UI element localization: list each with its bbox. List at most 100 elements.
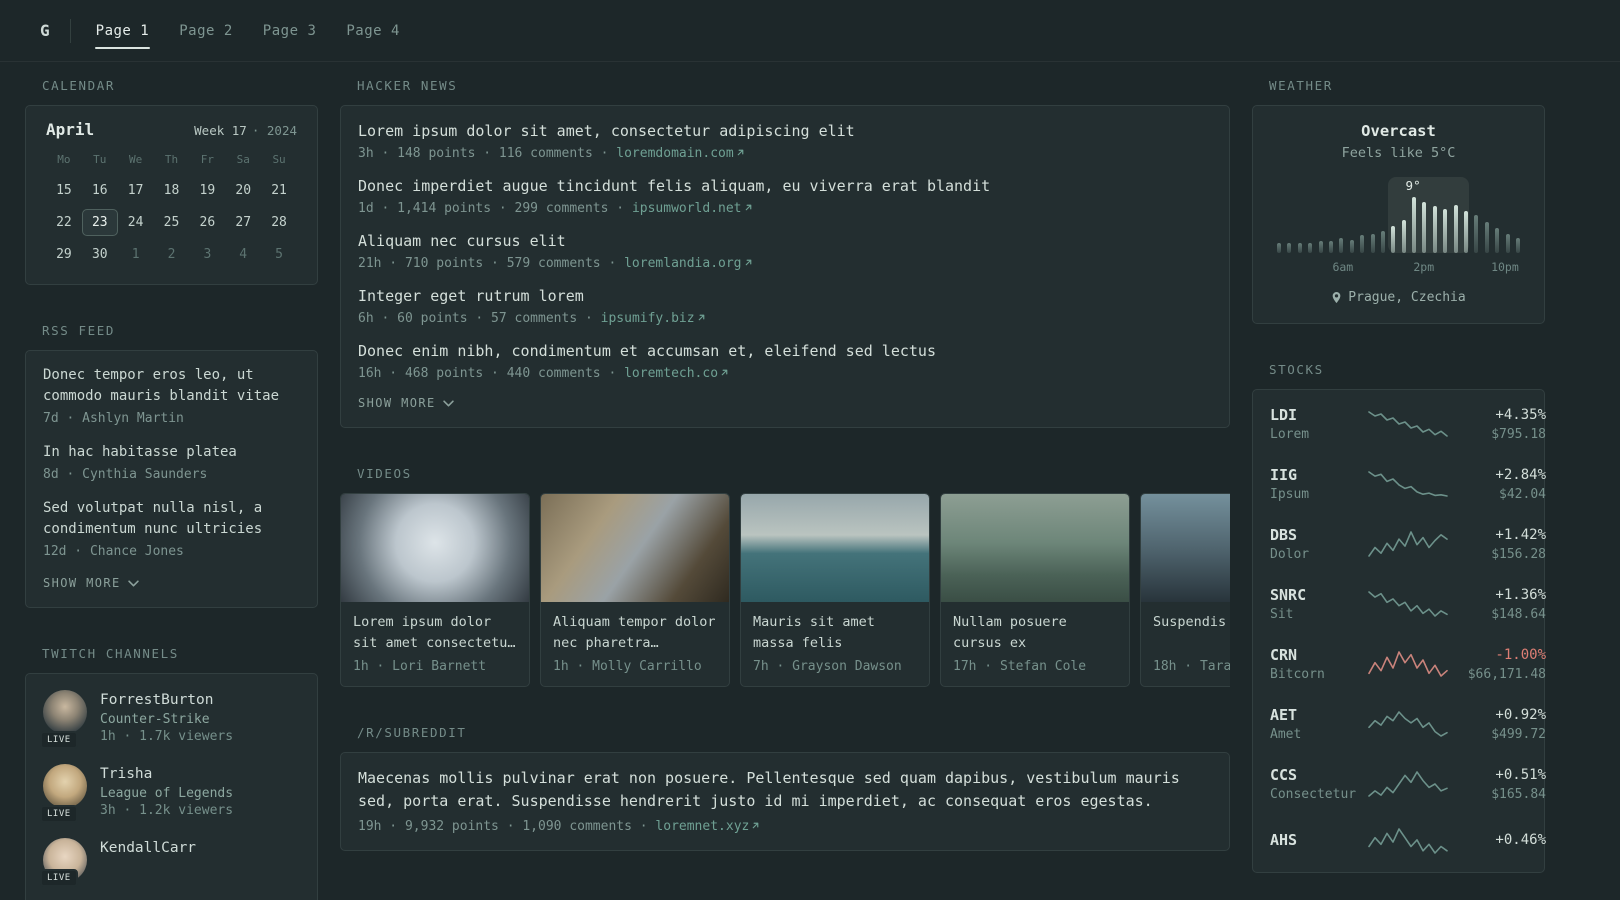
external-link-icon [751,819,760,834]
rss-item-title[interactable]: Sed volutpat nulla nisl, a condimentum n… [43,498,300,540]
calendar-day: 30 [91,247,108,262]
show-more-button[interactable]: SHOW MORE [43,576,139,590]
weather-bar [1484,221,1489,253]
rss-item-title[interactable]: Donec tempor eros leo, ut commodo mauris… [43,365,300,407]
chevron-down-icon [127,579,139,587]
hn-story-meta: 21h · 710 points · 579 comments · [358,256,625,271]
show-more-button[interactable]: SHOW MORE [358,396,454,410]
hn-story-meta: 3h · 148 points · 116 comments · [358,146,617,161]
stock-row[interactable]: CCS Consectetur +0.51% $165.84 [1253,754,1546,814]
rss-item-meta: 12d · Chance Jones [43,544,184,559]
stock-price: $795.18 [1491,427,1546,442]
subreddit-post-domain[interactable]: loremnet.xyz [655,819,749,834]
video-card[interactable]: Suspendis diam 18h · Tara [1140,493,1230,687]
weather-condition: Overcast [1361,122,1436,140]
calendar-day: 18 [163,183,180,198]
hacker-news-card: Lorem ipsum dolor sit amet, consectetur … [340,105,1230,428]
hn-story-title[interactable]: Donec imperdiet augue tincidunt felis al… [358,175,1212,197]
stock-row[interactable]: DBS Dolor +1.42% $156.28 [1253,514,1546,574]
channel-category: League of Legends [100,786,234,801]
stock-change: -1.00% [1495,647,1546,663]
subreddit-post-text[interactable]: Maecenas mollis pulvinar erat non posuer… [358,767,1212,813]
app-logo[interactable]: G [40,18,71,43]
video-card[interactable]: Nullam posuere cursus ex 17h · Stefan Co… [940,493,1130,687]
stock-sparkline [1366,529,1450,559]
top-nav: G Page 1 Page 2 Page 3 Page 4 [0,0,1620,62]
weather-current-temp: 9° [1405,178,1421,193]
video-title: Suspendis diam [1153,614,1230,630]
video-thumbnail [741,494,929,602]
middle-column: HACKER NEWS Lorem ipsum dolor sit amet, … [340,62,1230,889]
weather-bar [1370,233,1375,253]
tab-page-3[interactable]: Page 3 [262,2,318,60]
stock-name: Dolor [1270,547,1310,562]
stock-change: +2.84% [1495,467,1546,483]
stock-price: $66,171.48 [1467,667,1546,682]
stock-sparkline [1366,469,1450,499]
stocks-card: LDI Lorem +4.35% $795.18 IIG Ipsum +2.84… [1252,389,1546,873]
live-badge: LIVE [40,731,78,749]
subreddit-section-title: /R/SUBREDDIT [357,725,467,740]
weather-bar [1474,215,1479,253]
twitch-card: LIVE ForrestBurton Counter-Strike 1h · 1… [25,673,318,900]
hn-story-title[interactable]: Donec enim nibh, condimentum et accumsan… [358,340,1212,362]
stock-row[interactable]: SNRC Sit +1.36% $148.64 [1253,574,1546,634]
calendar-day: 26 [199,215,216,230]
channel-name: Trisha [100,766,153,782]
tab-page-2[interactable]: Page 2 [178,2,234,60]
hn-story-title[interactable]: Lorem ipsum dolor sit amet, consectetur … [358,120,1212,142]
stock-row[interactable]: LDI Lorem +4.35% $795.18 [1253,394,1546,454]
twitch-widget: TWITCH CHANNELS LIVE ForrestBurton Count… [25,646,318,900]
rss-item-title[interactable]: In hac habitasse platea [43,442,300,463]
rss-card: Donec tempor eros leo, ut commodo mauris… [25,350,318,608]
stock-change: +0.46% [1495,831,1546,848]
stock-row[interactable]: IIG Ipsum +2.84% $42.04 [1253,454,1546,514]
weekday-label: Mo [57,153,71,166]
weather-bar [1391,226,1396,253]
hn-story-title[interactable]: Aliquam nec cursus elit [358,230,1212,252]
video-title: Mauris sit amet massa felis [753,614,875,651]
calendar-day-next-month: 5 [275,247,283,262]
hn-story-domain[interactable]: loremlandia.org [624,256,741,271]
stock-price: $499.72 [1491,727,1546,742]
tab-page-1[interactable]: Page 1 [94,2,151,60]
hn-story-domain[interactable]: ipsumworld.net [632,201,742,216]
stock-ticker: DBS [1270,526,1298,544]
hn-story-meta: 16h · 468 points · 440 comments · [358,366,625,381]
weather-bar [1515,238,1520,253]
calendar-card: April Week 17 · 2024 Mo Tu We Th Fr Sa Su… [25,105,318,285]
calendar-day: 28 [271,215,287,230]
stock-row[interactable]: AET Amet +0.92% $499.72 [1253,694,1546,754]
avatar [43,690,87,734]
weather-feels-like: Feels like 5°C [1341,145,1456,161]
weather-bar [1432,206,1437,253]
twitch-channel[interactable]: LIVE ForrestBurton Counter-Strike 1h · 1… [40,690,300,749]
video-meta: 18h · Tara [1153,659,1230,674]
stock-row[interactable]: CRN Bitcorn -1.00% $66,171.48 [1253,634,1546,694]
weather-bar [1453,204,1458,253]
tab-page-4[interactable]: Page 4 [345,2,401,60]
video-card[interactable]: Lorem ipsum dolor sit amet consectetu… 1… [340,493,530,687]
twitch-channel[interactable]: LIVE KendallCarr [40,838,300,887]
stock-ticker: CCS [1270,766,1298,784]
weather-time-label: 10pm [1491,260,1519,274]
weather-bar [1297,243,1302,253]
stock-row[interactable]: AHS +0.46% [1253,814,1546,868]
video-card[interactable]: Aliquam tempor dolor nec pharetra… 1h · … [540,493,730,687]
weekday-label: Tu [93,153,107,166]
rss-widget: RSS FEED Donec tempor eros leo, ut commo… [25,323,318,608]
twitch-channel[interactable]: LIVE Trisha League of Legends 3h · 1.2k … [40,764,300,823]
channel-name: ForrestBurton [100,692,214,708]
hn-story-domain[interactable]: loremtech.co [624,366,718,381]
hn-story-domain[interactable]: ipsumify.biz [601,311,695,326]
calendar-day-selected: 23 [81,209,118,236]
stock-change: +0.92% [1495,707,1546,723]
chevron-down-icon [442,399,454,407]
hn-story-title[interactable]: Integer eget rutrum lorem [358,285,1212,307]
video-title: Aliquam tempor dolor nec pharetra… [553,614,716,651]
hn-story-domain[interactable]: loremdomain.com [616,146,733,161]
video-card[interactable]: Mauris sit amet massa felis 7h · Grayson… [740,493,930,687]
video-title: Lorem ipsum dolor sit amet consectetu… [353,614,516,651]
stock-sparkline [1366,826,1450,856]
calendar-day: 20 [235,183,252,198]
